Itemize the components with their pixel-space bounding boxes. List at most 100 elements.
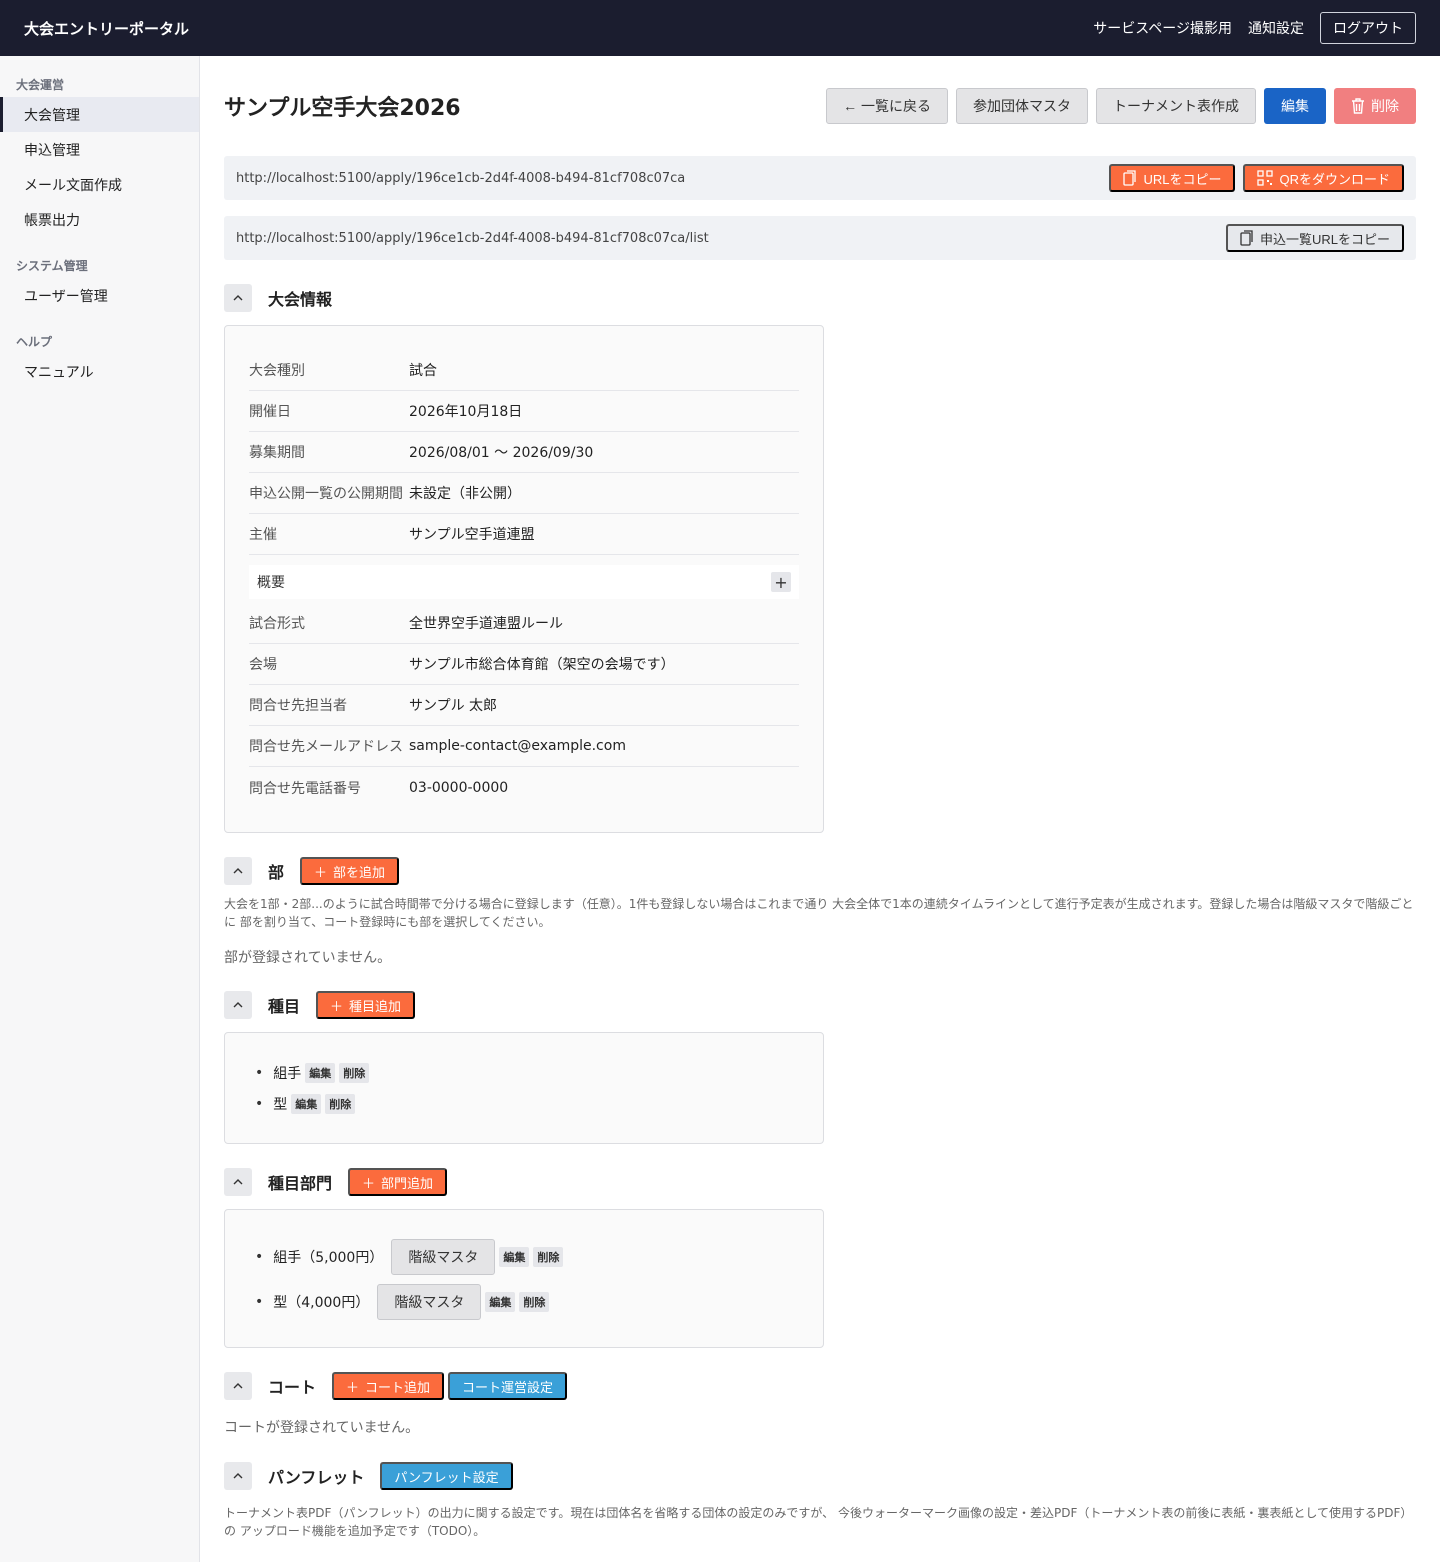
collapse-toggle[interactable]: [224, 1372, 252, 1400]
pamphlet-section-header: パンフレット パンフレット設定: [224, 1462, 1416, 1490]
grade-master-button[interactable]: 階級マスタ: [391, 1238, 496, 1275]
grade-master-button[interactable]: 階級マスタ: [377, 1283, 482, 1320]
info-value: 2026年10月18日: [409, 404, 523, 420]
tournament-create-button[interactable]: トーナメント表作成: [1096, 88, 1256, 124]
divisions-section-title: 種目部門: [268, 1174, 333, 1193]
add-court-button[interactable]: ＋ コート追加: [332, 1372, 445, 1400]
info-row: 問合せ先担当者 サンプル 太郎: [249, 685, 799, 726]
collapse-toggle[interactable]: [224, 284, 252, 312]
summary-label: 概要: [257, 575, 285, 591]
info-label: 主催: [249, 527, 277, 543]
info-label: 試合形式: [249, 616, 305, 632]
delete-button[interactable]: 削除: [519, 1291, 550, 1312]
info-label: 問合せ先電話番号: [249, 780, 361, 797]
info-row: 申込公開一覧の公開期間 未設定（非公開）: [249, 473, 799, 514]
delete-label: 削除: [1371, 98, 1399, 114]
chevron-up-icon: [233, 1179, 243, 1185]
sidebar-group-title: ヘルプ: [16, 335, 53, 349]
info-row: 募集期間 2026/08/01 〜 2026/09/30: [249, 432, 799, 473]
info-value: sample-contact@example.com: [409, 738, 626, 754]
add-event-button[interactable]: ＋ 種目追加: [316, 991, 416, 1019]
sidebar-group-system: システム管理 ユーザー管理: [0, 257, 199, 313]
events-card: 組手 編集 削除 型 編集 削除: [224, 1032, 824, 1144]
bu-section-title: 部: [268, 863, 285, 882]
add-bu-button[interactable]: ＋ 部を追加: [300, 857, 400, 885]
plus-icon[interactable]: +: [771, 572, 791, 592]
info-value: 試合: [409, 363, 437, 379]
divisions-section-header: 種目部門 ＋ 部門追加: [224, 1168, 1416, 1196]
chevron-up-icon: [233, 1383, 243, 1389]
plus-icon: ＋: [346, 1379, 360, 1395]
courts-section-header: コート ＋ コート追加 コート運営設定: [224, 1372, 1416, 1400]
edit-button[interactable]: 編集: [291, 1093, 322, 1114]
info-value: サンプル 太郎: [409, 698, 498, 714]
title-row: サンプル空手大会2026 ← 一覧に戻る 参加団体マスタ トーナメント表作成 編…: [224, 56, 1416, 156]
sidebar-item-mail[interactable]: メール文面作成: [0, 167, 199, 202]
info-row: 試合形式 全世界空手道連盟ルール: [249, 603, 799, 644]
apply-url-bar: http://localhost:5100/apply/196ce1cb-2d4…: [224, 156, 1416, 200]
info-value: 2026/08/01 〜 2026/09/30: [409, 445, 594, 461]
copy-list-url-button[interactable]: 申込一覧URLをコピー: [1225, 224, 1404, 252]
edit-button[interactable]: 編集: [305, 1062, 336, 1083]
qr-download-label: QRをダウンロード: [1279, 171, 1390, 187]
info-row: 問合せ先電話番号 03-0000-0000: [249, 767, 799, 808]
collapse-toggle[interactable]: [224, 857, 252, 885]
sidebar-item-manual[interactable]: マニュアル: [0, 354, 199, 389]
add-event-label: 種目追加: [349, 998, 402, 1014]
brand[interactable]: 大会エントリーポータル: [24, 18, 189, 39]
info-label: 大会種別: [249, 363, 305, 379]
copy-url-button[interactable]: URLをコピー: [1109, 164, 1236, 192]
summary-toggle[interactable]: 概要 +: [249, 565, 799, 599]
sidebar-item-applications[interactable]: 申込管理: [0, 132, 199, 167]
chevron-up-icon: [233, 1002, 243, 1008]
collapse-toggle[interactable]: [224, 991, 252, 1019]
divisions-card: 組手（5,000円） 階級マスタ 編集 削除 型（4,000円） 階級マスタ 編…: [224, 1209, 824, 1348]
pamphlet-section-title: パンフレット: [268, 1468, 365, 1487]
plus-icon: ＋: [314, 864, 328, 880]
edit-button[interactable]: 編集: [485, 1291, 516, 1312]
info-section-title: 大会情報: [268, 290, 333, 309]
info-row: 主催 サンプル空手道連盟: [249, 514, 799, 555]
nav-link-notification[interactable]: 通知設定: [1248, 18, 1304, 38]
list-url-bar: http://localhost:5100/apply/196ce1cb-2d4…: [224, 216, 1416, 260]
sidebar-item-reports[interactable]: 帳票出力: [0, 202, 199, 237]
bu-empty: 部が登録されていません。: [224, 950, 392, 966]
nav-link-service[interactable]: サービスページ撮影用: [1093, 18, 1232, 38]
logout-button[interactable]: ログアウト: [1320, 12, 1416, 44]
info-section-header: 大会情報: [224, 284, 1416, 312]
chevron-up-icon: [233, 295, 243, 301]
delete-button[interactable]: 削除: [533, 1246, 564, 1267]
info-value: 03-0000-0000: [409, 779, 509, 796]
url-actions: URLをコピー QRをダウンロード: [1109, 164, 1404, 192]
court-settings-button[interactable]: コート運営設定: [448, 1372, 568, 1400]
edit-button[interactable]: 編集: [1264, 88, 1326, 124]
info-row: 大会種別 試合: [249, 350, 799, 391]
events-section-header: 種目 ＋ 種目追加: [224, 991, 1416, 1019]
sidebar-item-tournament[interactable]: 大会管理: [0, 97, 199, 132]
sidebar-item-users[interactable]: ユーザー管理: [0, 278, 199, 313]
team-master-button[interactable]: 参加団体マスタ: [956, 88, 1088, 124]
sidebar-group-title: システム管理: [16, 259, 88, 273]
pamphlet-settings-button[interactable]: パンフレット設定: [380, 1462, 513, 1490]
delete-button[interactable]: 削除: [325, 1093, 356, 1114]
edit-button[interactable]: 編集: [499, 1246, 530, 1267]
event-name: 型: [273, 1096, 288, 1113]
add-division-label: 部門追加: [381, 1175, 434, 1191]
back-button[interactable]: ← 一覧に戻る: [826, 88, 948, 124]
main-content: サンプル空手大会2026 ← 一覧に戻る 参加団体マスタ トーナメント表作成 編…: [224, 56, 1416, 1540]
delete-button[interactable]: 削除: [1334, 88, 1416, 124]
delete-button[interactable]: 削除: [339, 1062, 370, 1083]
info-label: 申込公開一覧の公開期間: [249, 486, 403, 502]
bu-description: 大会を1部・2部...のように試合時間帯で分ける場合に登録します（任意）。1件も…: [224, 897, 1414, 929]
courts-section-title: コート: [268, 1378, 317, 1397]
list-url[interactable]: http://localhost:5100/apply/196ce1cb-2d4…: [236, 231, 709, 246]
add-division-button[interactable]: ＋ 部門追加: [348, 1168, 448, 1196]
collapse-toggle[interactable]: [224, 1168, 252, 1196]
trash-icon: [1352, 98, 1364, 114]
add-court-label: コート追加: [365, 1379, 431, 1395]
apply-url[interactable]: http://localhost:5100/apply/196ce1cb-2d4…: [236, 171, 685, 186]
event-name: 組手: [273, 1065, 302, 1082]
qr-download-button[interactable]: QRをダウンロード: [1243, 164, 1404, 192]
page-actions: ← 一覧に戻る 参加団体マスタ トーナメント表作成 編集 削除: [826, 88, 1416, 124]
collapse-toggle[interactable]: [224, 1462, 252, 1490]
